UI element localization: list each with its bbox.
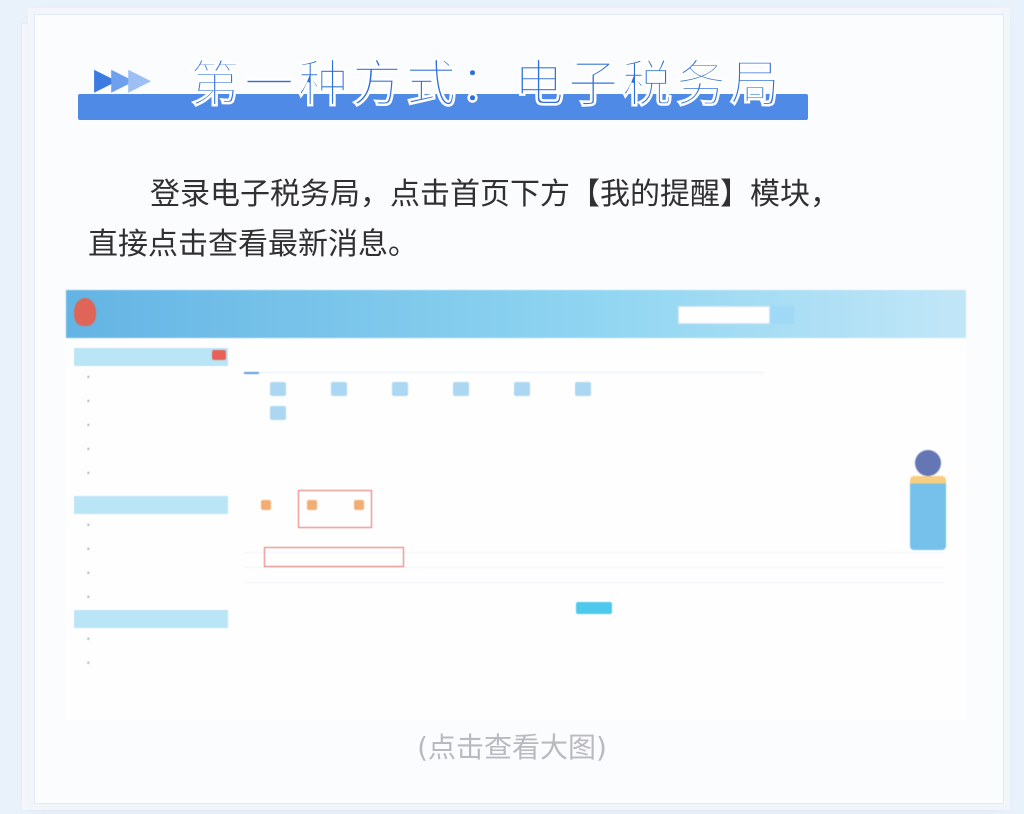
quick-function-icon bbox=[372, 382, 428, 402]
view-large-image-caption[interactable]: (点击查看大图) bbox=[0, 726, 1024, 766]
screenshot-more-button bbox=[576, 602, 612, 614]
sidebar-group-head bbox=[74, 348, 228, 366]
section-title-banner: ▶▶▶ 第一种方式：电子税务局 bbox=[78, 52, 808, 122]
screenshot-sidebar bbox=[74, 348, 228, 708]
instruction-line-1: 登录电子税务局，点击首页下方【我的提醒】模块， bbox=[150, 177, 840, 212]
section-title: 第一种方式：电子税务局 bbox=[190, 55, 784, 114]
screenshot-tab bbox=[375, 350, 390, 372]
screenshot-tab bbox=[332, 350, 347, 372]
screenshot-tab bbox=[419, 350, 434, 372]
sidebar-item bbox=[74, 628, 228, 652]
quick-function-icon bbox=[433, 382, 489, 402]
sidebar-item bbox=[74, 586, 228, 610]
screenshot-header-bar bbox=[66, 290, 966, 338]
sidebar-item bbox=[74, 390, 228, 414]
sidebar-item bbox=[74, 538, 228, 562]
latest-message-highlight-box bbox=[264, 547, 404, 567]
quick-function-icon bbox=[494, 382, 550, 402]
sidebar-item bbox=[74, 562, 228, 586]
sidebar-item bbox=[74, 414, 228, 438]
screenshot-tab bbox=[288, 350, 303, 372]
screenshot-quick-icons bbox=[250, 382, 670, 422]
screenshot-search-box bbox=[678, 306, 770, 324]
quick-function-icon bbox=[311, 382, 367, 402]
table-row bbox=[244, 568, 944, 583]
sidebar-group-head bbox=[74, 496, 228, 514]
quick-function-icon bbox=[555, 382, 611, 402]
instruction-paragraph: 登录电子税务局，点击首页下方【我的提醒】模块， 直接点击查看最新消息。 bbox=[88, 170, 958, 270]
quick-function-icon bbox=[250, 382, 306, 402]
screenshot-search-button bbox=[770, 306, 794, 324]
mascot-icon bbox=[910, 450, 946, 550]
sidebar-item bbox=[74, 652, 228, 676]
arrow-icons: ▶▶▶ bbox=[94, 62, 151, 97]
screenshot-tab bbox=[244, 350, 260, 374]
screenshot-tabs bbox=[244, 350, 764, 374]
sidebar-item bbox=[74, 438, 228, 462]
my-reminder-highlight-box bbox=[298, 490, 372, 528]
instruction-line-2: 直接点击查看最新消息。 bbox=[88, 227, 418, 262]
sidebar-item bbox=[74, 514, 228, 538]
sidebar-item bbox=[74, 462, 228, 486]
badge-icon bbox=[212, 350, 226, 360]
tax-bureau-logo-icon bbox=[74, 298, 96, 326]
sidebar-group-head bbox=[74, 610, 228, 628]
sidebar-item bbox=[74, 366, 228, 390]
quick-function-icon bbox=[250, 406, 306, 426]
screenshot-image[interactable] bbox=[66, 290, 966, 720]
